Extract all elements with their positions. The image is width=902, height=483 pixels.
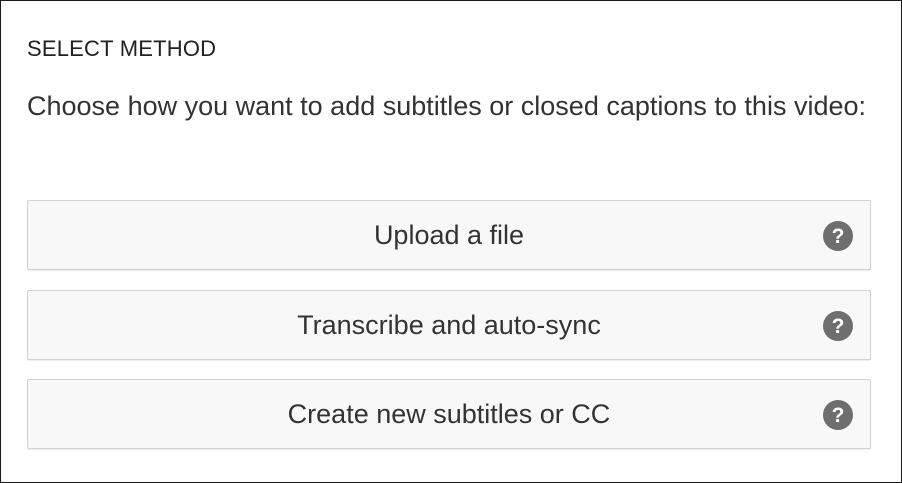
select-method-panel: SELECT METHOD Choose how you want to add… [0, 0, 902, 483]
create-new-subtitles-label: Create new subtitles or CC [287, 399, 611, 429]
section-heading: SELECT METHOD [27, 36, 217, 61]
help-icon-text: ? [832, 404, 845, 427]
help-icon[interactable]: ? [823, 221, 853, 251]
section-description: Choose how you want to add subtitles or … [27, 91, 866, 121]
help-icon-glyph: ? [832, 225, 845, 248]
help-icon[interactable]: ? [823, 311, 853, 341]
help-icon-text: ? [832, 225, 845, 248]
create-new-subtitles-button[interactable]: Create new subtitles or CC ? [27, 379, 871, 449]
upload-file-label: Upload a file [373, 220, 525, 250]
help-icon-glyph: ? [832, 315, 845, 338]
transcribe-auto-sync-button[interactable]: Transcribe and auto-sync ? [27, 290, 871, 360]
help-icon-text: ? [832, 315, 845, 338]
help-icon-glyph: ? [832, 404, 845, 427]
upload-file-button[interactable]: Upload a file ? [27, 200, 871, 270]
transcribe-auto-sync-label: Transcribe and auto-sync [297, 310, 601, 340]
help-icon[interactable]: ? [823, 400, 853, 430]
